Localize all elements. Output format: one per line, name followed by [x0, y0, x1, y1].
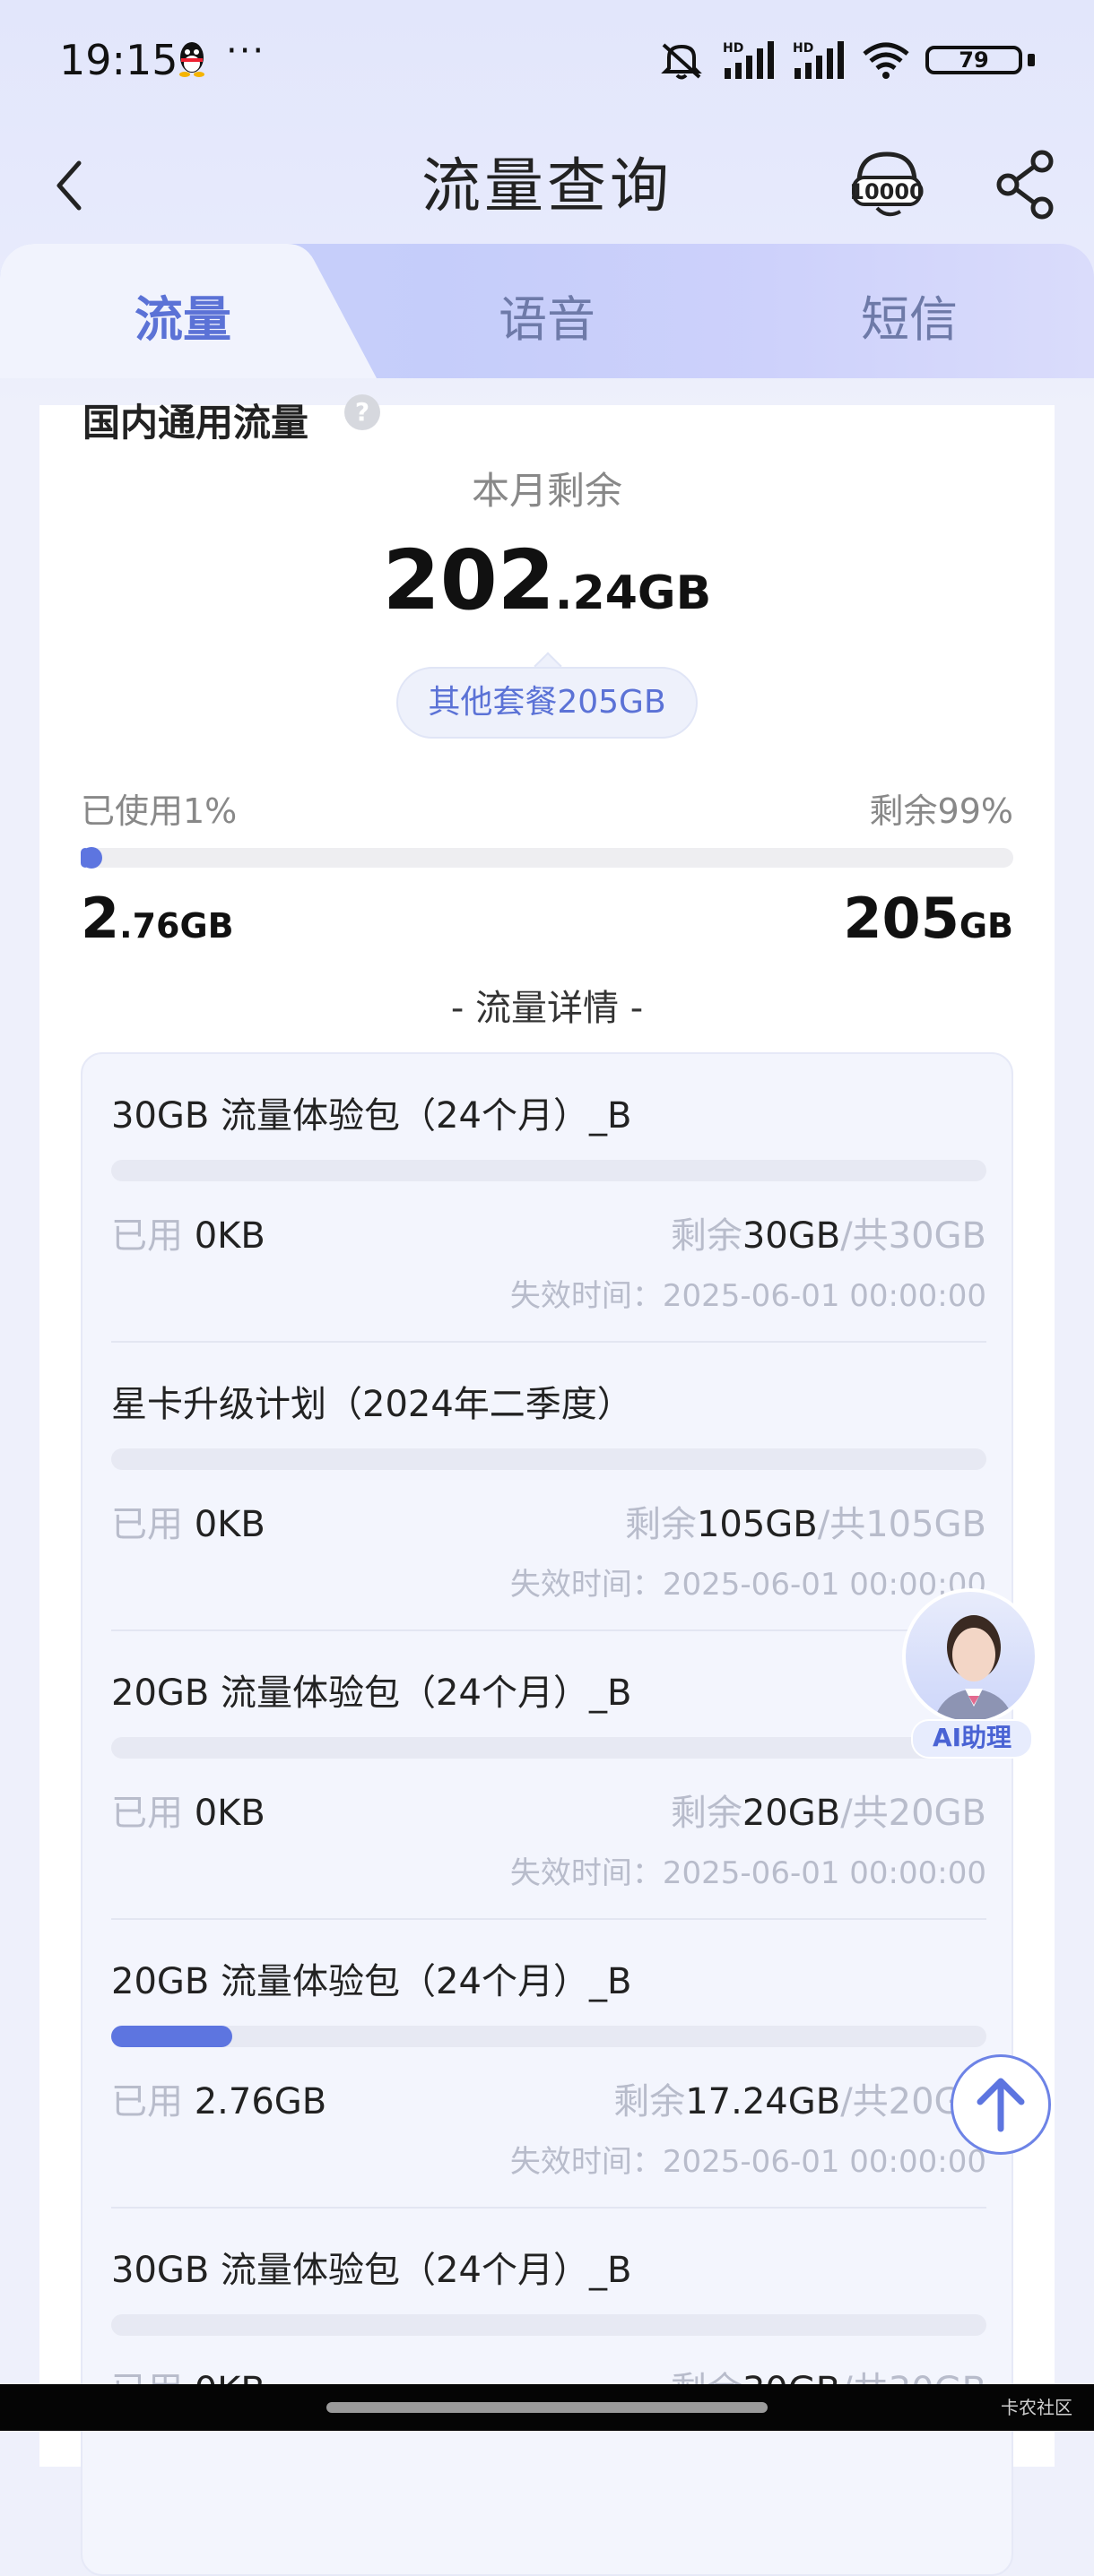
header: 流量查询 10000: [0, 125, 1094, 242]
qq-icon: [179, 42, 204, 77]
package-used: 已用 0KB: [111, 1784, 265, 1836]
tab-sms[interactable]: 短信: [775, 280, 1044, 350]
used-percent-label: 已使用1%: [81, 791, 238, 831]
tab-voice[interactable]: 语音: [412, 280, 682, 350]
remain-value: 202.24GB: [39, 532, 1055, 628]
package-progress-bar: [111, 1448, 986, 1470]
used-dec: .76GB: [119, 906, 234, 946]
remain-label: 剩余: [613, 2081, 686, 2122]
used-value: 0KB: [194, 1215, 265, 1257]
package-item: 30GB 流量体验包（24个月）_B 已用 0KB 剩余30GB/共30GB: [111, 2209, 986, 2497]
package-name: 20GB 流量体验包（24个月）_B: [111, 1673, 632, 1714]
package-expire: 失效时间：2025-06-01 00:00:00: [509, 2144, 986, 2180]
wifi-icon: [863, 42, 909, 79]
customer-service-icon[interactable]: 10000: [850, 143, 924, 226]
used-label: 已用: [111, 1215, 183, 1257]
package-remain: 剩余30GB/共30GB: [671, 1206, 986, 1258]
remain-label: 剩余: [624, 1504, 697, 1545]
used-label: 已用: [111, 1504, 183, 1545]
other-package-badge: 其他套餐205GB: [396, 667, 698, 739]
package-used: 已用 0KB: [111, 1495, 265, 1547]
package-expire: 失效时间：2025-06-01 00:00:00: [509, 1855, 986, 1891]
package-item: 20GB 流量体验包（24个月）_B 已用 0KB 剩余20GB/共20GB 失…: [111, 1631, 986, 1920]
battery-icon: 79: [925, 42, 1035, 78]
overflow-dots: ···: [226, 30, 266, 72]
package-remain: 剩余20GB/共20GB: [671, 1784, 986, 1836]
remain-label: 剩余: [670, 1215, 742, 1257]
svg-text:HD: HD: [723, 41, 743, 56]
package-progress-fill: [111, 2026, 232, 2047]
package-used: 已用 2.76GB: [111, 2072, 326, 2124]
traffic-card: 国内通用流量 ? 本月剩余 202.24GB 其他套餐205GB 已使用1% 剩…: [39, 394, 1055, 2576]
package-remain: 剩余105GB/共105GB: [625, 1495, 986, 1547]
tab-bar: 流量 语音 短信: [0, 244, 1094, 378]
used-value: 0KB: [194, 1793, 265, 1834]
status-bar: 19:15 ··· HD HD 79: [0, 0, 1094, 125]
package-name: 30GB 流量体验包（24个月）_B: [111, 2250, 632, 2291]
scroll-top-button[interactable]: [951, 2054, 1051, 2155]
total-label: /共105GB: [817, 1504, 986, 1545]
tab-traffic[interactable]: 流量: [48, 280, 317, 350]
share-icon[interactable]: [990, 143, 1062, 226]
package-name: 星卡升级计划（2024年二季度）: [111, 1384, 633, 1425]
usage-progress-dot: [81, 847, 102, 869]
assistant-portrait-icon: [933, 1615, 1014, 1721]
usage-progress-bar: [81, 847, 1013, 869]
used-label: 已用: [111, 2081, 183, 2122]
hd-signal-icon: HD: [793, 41, 844, 79]
total-unit: GB: [959, 906, 1013, 946]
total-label: /共20GB: [840, 1793, 986, 1834]
package-progress-bar: [111, 1160, 986, 1181]
package-name: 20GB 流量体验包（24个月）_B: [111, 1961, 632, 2002]
details-title: - 流量详情 -: [450, 988, 644, 1029]
remain-dec: .24GB: [554, 566, 712, 620]
package-remain: 剩余17.24GB/共20GB: [613, 2072, 986, 2124]
remain-value: 105GB: [696, 1504, 818, 1545]
remain-value: 30GB: [742, 1215, 841, 1257]
total-amount: 205GB: [843, 886, 1013, 951]
remain-value: 20GB: [742, 1793, 841, 1834]
hd-signal-icon: HD: [723, 41, 774, 79]
remain-percent-label: 剩余99%: [869, 791, 1013, 831]
arrow-up-icon: [977, 2078, 1025, 2132]
package-name: 30GB 流量体验包（24个月）_B: [111, 1095, 632, 1137]
package-progress-bar: [111, 1737, 986, 1759]
package-item: 20GB 流量体验包（24个月）_B 已用 2.76GB 剩余17.24GB/共…: [111, 1920, 986, 2209]
battery-level: 79: [959, 48, 989, 73]
package-progress-bar: [111, 2314, 986, 2336]
mute-icon: [661, 43, 702, 80]
watermark: 卡农社区: [1001, 2397, 1072, 2418]
remain-value: 17.24GB: [685, 2081, 841, 2122]
used-value: 0KB: [194, 1504, 265, 1545]
svg-text:HD: HD: [793, 41, 813, 56]
service-label: 10000: [850, 179, 924, 204]
status-icons: HD HD 79: [656, 39, 1035, 81]
package-item: 星卡升级计划（2024年二季度） 已用 0KB 剩余105GB/共105GB 失…: [111, 1343, 986, 1631]
used-int: 2: [81, 886, 120, 951]
home-indicator[interactable]: [326, 2402, 768, 2413]
package-expire: 失效时间：2025-06-01 00:00:00: [509, 1278, 986, 1314]
used-amount: 2.76GB: [81, 886, 234, 951]
total-int: 205: [843, 886, 959, 951]
ai-avatar: [902, 1588, 1038, 1725]
package-used: 已用 0KB: [111, 1206, 265, 1258]
page-title: 流量查询: [421, 151, 673, 220]
help-icon[interactable]: ?: [344, 394, 380, 430]
used-label: 已用: [111, 1793, 183, 1834]
status-time: 19:15: [59, 36, 178, 84]
remain-label: 剩余: [670, 1793, 742, 1834]
package-list: 30GB 流量体验包（24个月）_B 已用 0KB 剩余30GB/共30GB 失…: [81, 1052, 1013, 2576]
ai-assistant-button[interactable]: AI助理: [902, 1588, 1038, 1759]
package-item: 30GB 流量体验包（24个月）_B 已用 0KB 剩余30GB/共30GB 失…: [111, 1054, 986, 1343]
remain-int: 202: [382, 532, 555, 628]
ai-assistant-label: AI助理: [911, 1719, 1033, 1759]
section-title: 国内通用流量: [82, 401, 309, 445]
total-label: /共30GB: [840, 1215, 986, 1257]
package-progress-bar: [111, 2026, 986, 2047]
used-value: 2.76GB: [194, 2081, 327, 2122]
remain-label: 本月剩余: [471, 469, 622, 513]
